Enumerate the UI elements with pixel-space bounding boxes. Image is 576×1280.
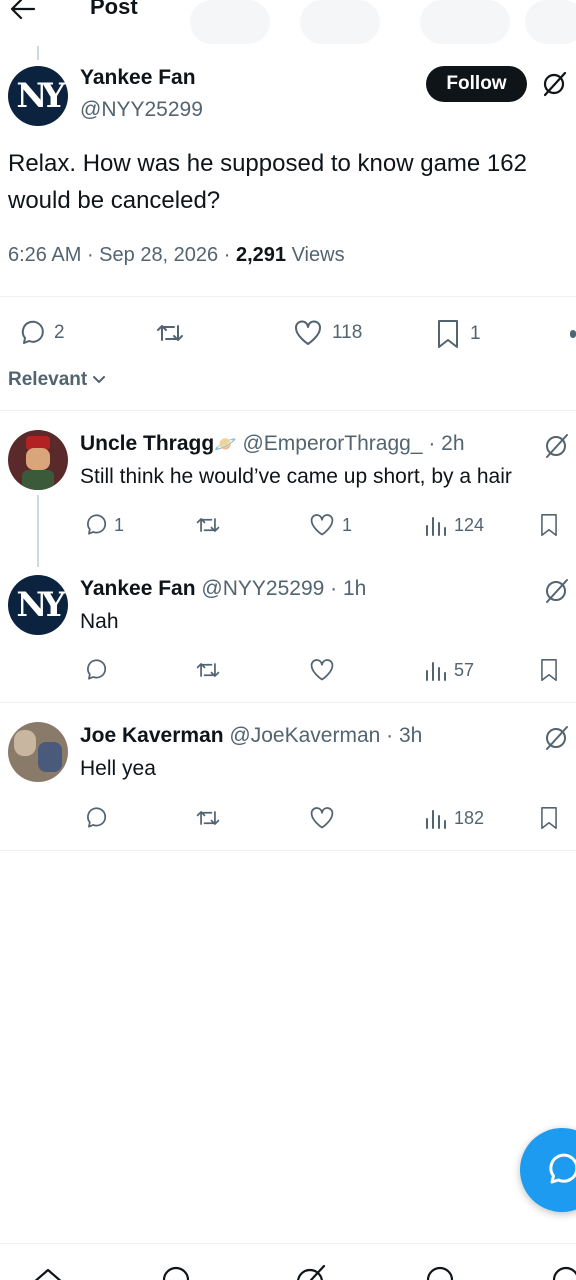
heart-icon [310,659,334,681]
home-icon[interactable] [30,1264,66,1280]
repost-button[interactable] [194,657,222,683]
reply-icon [87,514,107,535]
heart-icon [310,514,334,536]
grok-icon[interactable] [542,577,570,605]
like-button[interactable]: 118 [292,318,362,348]
views-button[interactable]: 124 [424,512,484,538]
author-handle[interactable]: @NYY25299 [80,98,203,122]
divider [0,410,576,411]
analytics-icon [426,662,446,681]
views-button[interactable]: 182 [424,805,484,831]
post-time: 6:26 AM [8,244,82,266]
reply-fab-button[interactable] [520,1128,576,1212]
reply-button[interactable] [82,657,108,683]
post-text: Relax. How was he supposed to know game … [8,150,527,214]
sort-label: Relevant [8,369,88,390]
yankees-logo-icon: NY [16,585,65,625]
avatar[interactable]: NY [8,575,68,635]
like-button[interactable] [308,657,336,683]
reply-button[interactable]: 2 [16,318,65,348]
reply-text: Nah [80,610,119,633]
analytics-icon [426,810,446,829]
like-count: 118 [332,322,363,343]
repost-button[interactable] [194,805,222,831]
heart-icon [310,807,334,829]
bookmark-icon [541,514,557,537]
reply-icon [87,807,107,828]
analytics-icon [426,517,446,536]
messages-icon[interactable] [550,1264,576,1280]
bookmark-button[interactable]: 1 [434,318,481,350]
reply-text: Still think he would’ve came up short, b… [80,465,512,488]
divider [0,702,576,703]
planet-emoji-icon: 🪐 [214,434,237,454]
follow-button[interactable]: Follow [426,66,527,102]
top-bar [0,0,576,46]
thread-line [37,46,39,60]
like-button[interactable] [308,805,336,831]
sort-dropdown[interactable]: Relevant [8,369,107,391]
divider [0,850,576,851]
repost-button[interactable] [154,318,186,348]
chevron-down-icon [93,376,106,383]
reply-author[interactable]: Yankee Fan @NYY25299 · 1h [80,577,366,601]
grok-icon[interactable] [294,1264,328,1280]
reply-author[interactable]: Joe Kaverman @JoeKaverman · 3h [80,724,422,748]
reply-count: 2 [54,322,65,343]
reply-text: Hell yea [80,757,156,780]
grok-icon[interactable] [540,70,568,98]
repost-icon [196,518,220,532]
yankees-logo-icon: NY [16,76,65,116]
reply-author[interactable]: Uncle Thragg🪐 @EmperorThragg_ · 2h [80,432,465,456]
back-arrow-icon[interactable] [8,0,38,24]
bookmark-icon [438,320,458,348]
avatar[interactable] [8,722,68,782]
reply-icon [21,320,44,344]
views-button[interactable]: 57 [424,657,474,683]
search-icon[interactable] [160,1264,192,1280]
reply-button[interactable] [82,805,108,831]
views-label: Views [291,244,345,266]
avatar[interactable] [8,430,68,490]
repost-icon [196,811,220,825]
grok-icon[interactable] [542,724,570,752]
share-icon[interactable] [570,330,576,338]
avatar[interactable]: NY [8,66,68,126]
repost-icon [157,325,183,341]
bookmark-button[interactable] [538,657,560,683]
author-name[interactable]: Yankee Fan [80,66,196,90]
like-button[interactable]: 1 [308,512,352,538]
views-count: 2,291 [235,244,287,266]
thread-line [37,495,39,567]
post-date: Sep 28, 2026 [99,244,219,266]
bookmark-button[interactable] [538,805,560,831]
bookmark-icon [541,659,557,682]
bookmark-icon [541,807,557,830]
bookmark-button[interactable] [538,512,560,538]
page-title: Post [90,0,138,19]
heart-icon [295,320,321,345]
bookmark-count: 1 [470,323,481,344]
reply-button[interactable]: 1 [82,512,124,538]
post-meta: 6:26 AM · Sep 28, 2026 · 2,291 Views [8,244,345,266]
repost-button[interactable] [194,512,222,538]
reply-icon [87,659,107,680]
repost-icon [196,663,220,677]
bottom-nav [0,1243,576,1280]
reply-plus-icon [549,1153,576,1184]
notifications-icon[interactable] [424,1264,456,1280]
grok-icon[interactable] [542,432,570,460]
divider [0,296,576,297]
